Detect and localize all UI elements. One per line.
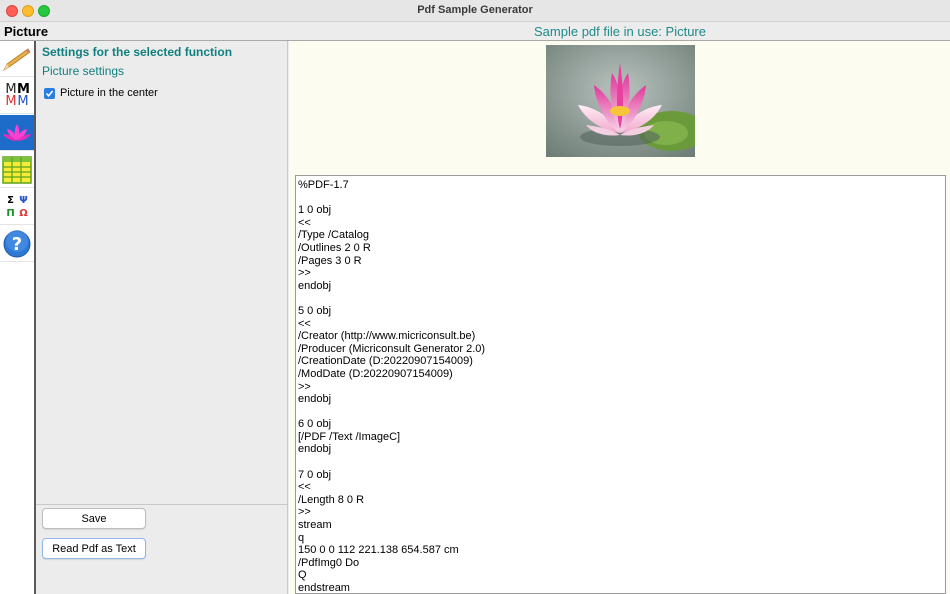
picture-center-label: Picture in the center: [60, 87, 158, 99]
symbols-icon: Σ Ψ Π Ω: [4, 194, 30, 220]
pdf-text-line: /Length 8 0 R: [298, 493, 365, 506]
pdf-text-line: %PDF-1.7: [298, 179, 349, 191]
pdf-text-line: /ModDate (D:20220907154009): [298, 367, 453, 380]
pdf-text-line: /CreationDate (D:20220907154009): [298, 355, 473, 368]
header-bar: Picture Sample pdf file in use: Picture: [0, 22, 950, 41]
preview-area: %PDF-1.7 1 0 obj <</Type /Catalog/Outlines…: [289, 41, 950, 594]
tool-picture[interactable]: [0, 115, 34, 151]
pdf-text-line: <<: [298, 216, 311, 229]
pdf-text-line: Q: [298, 569, 307, 582]
pdf-text-line: >>: [298, 267, 311, 280]
greek-letter: Σ: [7, 194, 14, 206]
pdf-text-line: q: [298, 531, 305, 544]
pdf-text-line: [298, 192, 943, 205]
pdf-text-line: >>: [298, 506, 311, 519]
pdf-text-line: /Creator (http://www.micriconsult.be): [298, 330, 476, 343]
greek-letter: Ψ: [19, 194, 28, 206]
pdf-text-line: stream: [298, 519, 332, 532]
lotus-icon: [3, 123, 31, 141]
settings-panel: Settings for the selected function Pictu…: [36, 41, 288, 594]
table-icon: [2, 155, 32, 184]
pdf-text-line: [298, 406, 943, 419]
mm-letter: M: [5, 93, 17, 109]
lotus-photo-image: [546, 45, 695, 157]
help-icon: ?: [3, 229, 31, 257]
tool-text[interactable]: [0, 41, 34, 77]
pdf-text-line: [298, 456, 943, 469]
pdf-text-line: 6 0 obj: [298, 418, 332, 431]
settings-divider: [36, 504, 287, 505]
pdf-text-line: <<: [298, 481, 311, 494]
save-button[interactable]: Save: [42, 508, 146, 529]
pdf-text-line: endobj: [298, 443, 332, 456]
greek-letter: Π: [6, 207, 15, 219]
pdf-text-line: /PdfImg0 Do: [298, 556, 360, 569]
window-titlebar: Pdf Sample Generator: [0, 0, 950, 22]
pdf-text-line: <<: [298, 317, 311, 330]
pdf-text-line: 5 0 obj: [298, 304, 332, 317]
pdf-text-line: endobj: [298, 279, 332, 292]
pdf-text-line: 7 0 obj: [298, 468, 332, 481]
pdf-text-line: 1 0 obj: [298, 204, 332, 217]
settings-subtitle: Picture settings: [42, 64, 125, 78]
greek-letter: Ω: [19, 207, 28, 219]
tool-symbols[interactable]: Σ Ψ Π Ω: [0, 189, 34, 225]
tool-table[interactable]: [0, 152, 34, 188]
function-title: Picture: [4, 24, 49, 39]
pdf-text-line: endstream: [298, 582, 350, 594]
fonts-icon: M M M M: [5, 83, 30, 109]
pencil-icon: [3, 47, 31, 71]
settings-title: Settings for the selected function: [42, 45, 233, 59]
checkmark-icon: [45, 89, 54, 97]
picture-center-checkbox[interactable]: [44, 87, 55, 99]
help-glyph: ?: [12, 234, 22, 255]
pdf-text-line: endobj: [298, 393, 332, 406]
pdf-text-line: /Producer (Micriconsult Generator 2.0): [298, 342, 486, 355]
sample-picture: [546, 45, 695, 157]
mm-letter: M: [17, 93, 29, 109]
tool-fonts[interactable]: M M M M: [0, 78, 34, 114]
read-pdf-as-text-button[interactable]: Read Pdf as Text: [42, 538, 146, 559]
sample-file-title: Sample pdf file in use: Picture: [534, 24, 706, 39]
pdf-text-line: 150 0 0 112 221.138 654.587 cm: [298, 544, 459, 557]
pdf-text-area[interactable]: %PDF-1.7 1 0 obj <</Type /Catalog/Outlines…: [295, 175, 946, 594]
pdf-text-line: /Pages 3 0 R: [298, 254, 362, 267]
window-title: Pdf Sample Generator: [417, 4, 533, 16]
function-toolbar: M M M M Σ Ψ Π Ω ?: [0, 41, 36, 594]
picture-center-option[interactable]: Picture in the center: [44, 87, 158, 99]
pdf-text-line: >>: [298, 380, 311, 393]
pdf-text-line: [298, 292, 943, 305]
pdf-text-line: [/PDF /Text /ImageC]: [298, 430, 401, 443]
tool-help[interactable]: ?: [0, 226, 34, 262]
pdf-text-line: /Type /Catalog: [298, 229, 369, 242]
pdf-text-line: /Outlines 2 0 R: [298, 241, 371, 254]
